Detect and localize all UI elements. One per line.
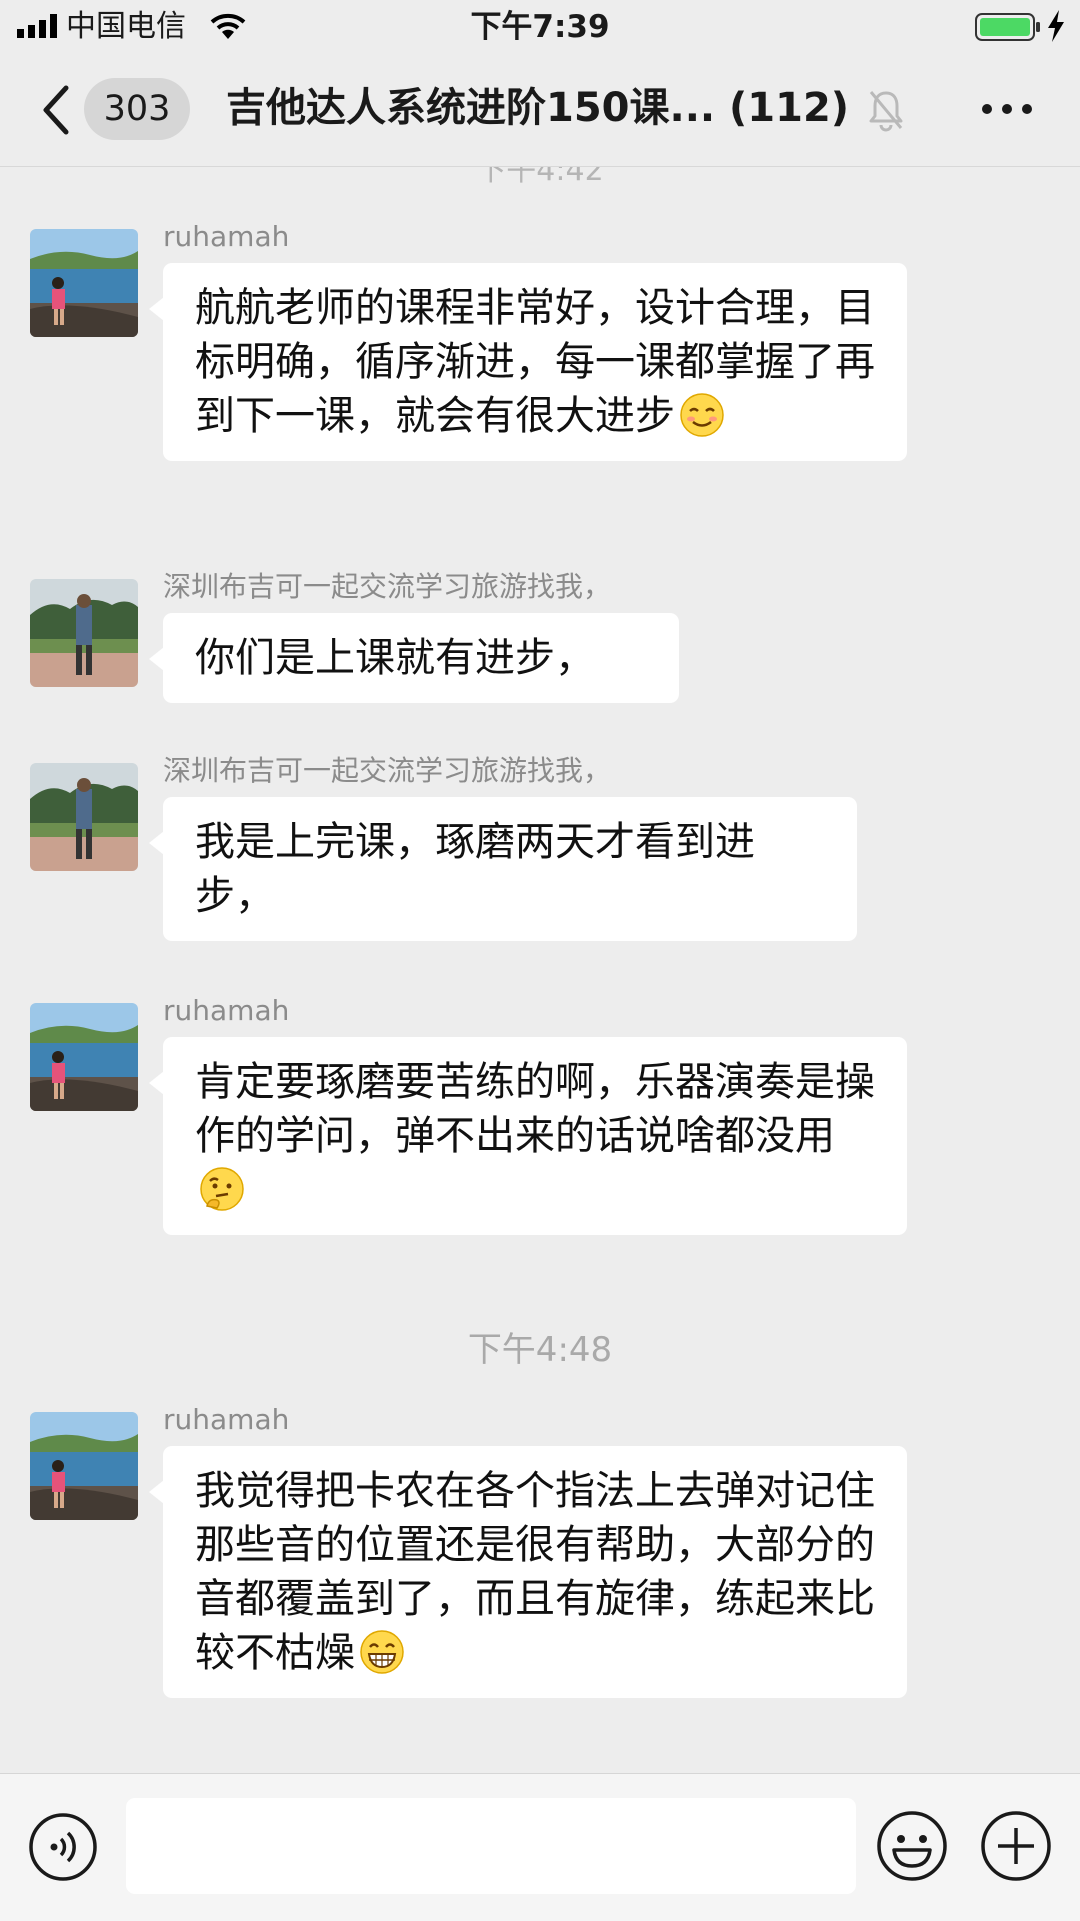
sender-name: 深圳布吉可一起交流学习旅游找我，: [163, 570, 612, 603]
message-input-bar: [0, 1773, 1080, 1921]
avatar-ruhamah[interactable]: [30, 229, 138, 337]
message-bubble[interactable]: 航航老师的课程非常好，设计合理，目标明确，循序渐进，每一课都掌握了再到下一课，就…: [149, 263, 907, 461]
message-text-input[interactable]: [126, 1798, 856, 1894]
sender-name: ruhamah: [163, 220, 290, 253]
voice-input-icon[interactable]: [28, 1812, 98, 1882]
message-text: 我觉得把卡农在各个指法上去弹对记住那些音的位置还是很有帮助，大部分的音都覆盖到了…: [195, 1468, 875, 1676]
more-actions-plus-icon[interactable]: [980, 1810, 1052, 1882]
avatar-shenzhen-buji[interactable]: [30, 579, 138, 687]
more-options-icon[interactable]: [980, 98, 1034, 120]
emoji-picker-icon[interactable]: [876, 1810, 948, 1882]
message-text: 你们是上课就有进步，: [195, 635, 595, 681]
status-time: 下午7:39: [470, 9, 610, 45]
chat-title: 吉他达人系统进阶150课... (112): [226, 85, 850, 131]
status-bar: 中国电信 下午7:39: [0, 0, 1080, 54]
unread-count-badge[interactable]: 303: [84, 78, 190, 140]
message-bubble[interactable]: 我觉得把卡农在各个指法上去弹对记住那些音的位置还是很有帮助，大部分的音都覆盖到了…: [149, 1446, 907, 1698]
sender-name: 深圳布吉可一起交流学习旅游找我，: [163, 754, 612, 787]
avatar-ruhamah[interactable]: [30, 1003, 138, 1111]
avatar-ruhamah[interactable]: [30, 1412, 138, 1520]
grinning-face-icon: [360, 1630, 404, 1674]
muted-bell-icon: [869, 91, 903, 132]
message-text: 航航老师的课程非常好，设计合理，目标明确，循序渐进，每一课都掌握了再到下一课，就…: [195, 285, 875, 439]
smiling-face-icon: [680, 393, 724, 437]
sender-name: ruhamah: [163, 1403, 290, 1436]
message-text: 肯定要琢磨要苦练的啊，乐器演奏是操作的学问，弹不出来的话说啥都没用: [195, 1059, 875, 1159]
charging-bolt-icon: [1048, 10, 1064, 42]
battery-icon: [975, 13, 1040, 41]
message-bubble[interactable]: 你们是上课就有进步，: [149, 613, 679, 703]
back-chevron-icon[interactable]: [36, 82, 76, 138]
sender-name: ruhamah: [163, 994, 290, 1027]
chat-message-list[interactable]: 下午4:42 ruhamah 航航老师的课程非常好，设计合理，目标明确，循序渐进…: [0, 167, 1080, 1773]
thinking-face-icon: [200, 1167, 244, 1211]
nav-bar: 303 吉他达人系统进阶150课... (112): [0, 54, 1080, 167]
timestamp-divider: 下午4:42: [476, 167, 604, 188]
timestamp-divider: 下午4:48: [467, 1330, 613, 1370]
message-bubble[interactable]: 我是上完课，琢磨两天才看到进步，: [149, 797, 857, 941]
avatar-shenzhen-buji[interactable]: [30, 763, 138, 871]
message-text: 我是上完课，琢磨两天才看到进步，: [195, 819, 755, 919]
message-bubble[interactable]: 肯定要琢磨要苦练的啊，乐器演奏是操作的学问，弹不出来的话说啥都没用: [149, 1037, 907, 1235]
